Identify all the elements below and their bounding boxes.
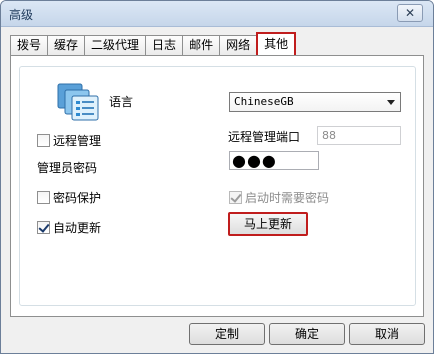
language-select-value: ChineseGB	[234, 95, 294, 108]
startup-password-checkbox[interactable]	[229, 190, 242, 204]
remote-management-checkbox[interactable]	[37, 133, 50, 147]
cancel-button[interactable]: 取消	[349, 323, 425, 345]
remote-management-option[interactable]: 远程管理	[37, 132, 101, 148]
remote-port-label: 远程管理端口	[228, 130, 301, 144]
language-pages-icon	[57, 83, 99, 121]
admin-password-input[interactable]: ●●●	[229, 151, 319, 170]
tab-mail[interactable]: 邮件	[182, 35, 221, 55]
update-now-button[interactable]: 马上更新	[228, 212, 308, 236]
ok-button[interactable]: 确定	[269, 323, 345, 345]
close-button[interactable]: ✕	[397, 4, 423, 22]
password-protect-option[interactable]: 密码保护	[37, 189, 101, 205]
startup-password-label: 启动时需要密码	[245, 190, 330, 205]
tab-strip: 拨号 缓存 二级代理 日志 邮件 网络 其他	[10, 32, 297, 55]
remote-management-label: 远程管理	[53, 133, 102, 148]
tab-dialup[interactable]: 拨号	[10, 35, 49, 55]
password-protect-label: 密码保护	[53, 190, 102, 205]
auto-update-option[interactable]: 自动更新	[37, 219, 101, 235]
tab-log[interactable]: 日志	[145, 35, 184, 55]
language-label: 语言	[109, 95, 134, 109]
window-title: 高级	[9, 8, 34, 22]
admin-password-label: 管理员密码	[37, 161, 98, 175]
tab-network[interactable]: 网络	[219, 35, 258, 55]
tab-other[interactable]: 其他	[256, 32, 297, 55]
customize-button[interactable]: 定制	[189, 323, 265, 345]
startup-password-option[interactable]: 启动时需要密码	[229, 189, 329, 205]
language-select[interactable]: ChineseGB	[229, 92, 401, 112]
tab-secondary-proxy[interactable]: 二级代理	[84, 35, 147, 55]
tab-cache[interactable]: 缓存	[47, 35, 86, 55]
remote-port-input[interactable]: 88	[317, 126, 401, 145]
auto-update-checkbox[interactable]	[37, 220, 50, 234]
chevron-down-icon[interactable]	[387, 100, 395, 105]
close-icon: ✕	[404, 6, 416, 20]
title-bar[interactable]: 高级 ✕	[1, 1, 433, 27]
advanced-dialog: 高级 ✕ 拨号 缓存 二级代理 日志 邮件 网络 其他 语言 ChineseGB	[0, 0, 434, 354]
tab-panel-other: 语言 ChineseGB 远程管理 远程管理端口 88 管理员密码 ●●● 密码…	[10, 55, 424, 317]
password-protect-checkbox[interactable]	[37, 190, 50, 204]
auto-update-label: 自动更新	[53, 220, 102, 235]
